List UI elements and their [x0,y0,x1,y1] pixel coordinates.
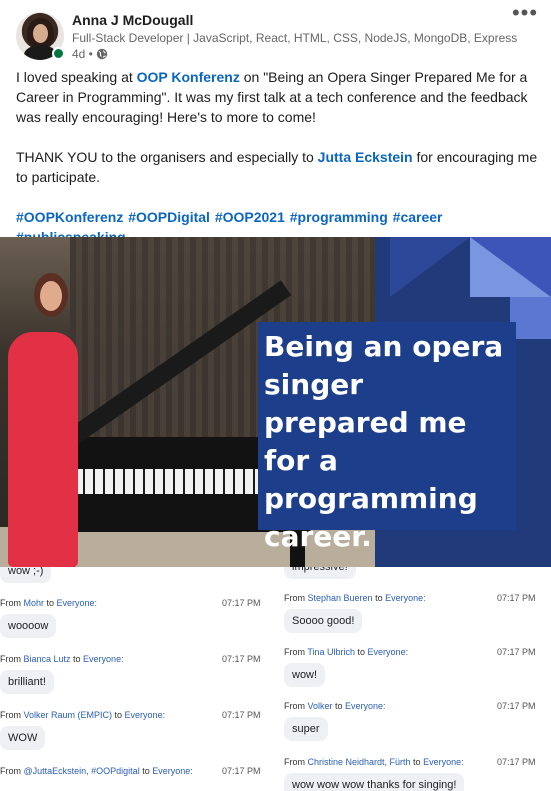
chat-from-word: From [284,701,308,711]
geometric-triangle [470,237,551,297]
chat-time: 07:17 PM [497,593,536,603]
chat-sender-name: Volker Raum (EMPIC) [23,710,113,720]
chat-recipient: Everyone: [124,710,166,720]
chat-time: 07:17 PM [222,654,261,664]
chat-sender-name: Mohr [23,598,45,608]
post-meta: 4d • [72,47,108,61]
piano-keys [45,469,265,494]
chat-sender-name: Bianca Lutz [23,654,71,664]
chat-sender-line: From Volker to Everyone: [284,701,386,711]
chat-message-bubble: WOW [0,726,46,750]
post-paragraph-2: THANK YOU to the organisers and especial… [16,147,542,187]
chat-time: 07:17 PM [222,766,261,776]
chat-message-bubble: super [284,717,328,741]
avatar-face [33,24,48,43]
chat-sender-line: From Christine Neidhardt, Fürth to Every… [284,757,464,767]
chat-from-word: From [284,757,308,767]
chat-time: 07:17 PM [497,757,536,767]
post-image[interactable]: Being an opera singer prepared me for a … [0,237,551,567]
singer-red-dress [8,332,78,567]
chat-sender-line: From Volker Raum (EMPIC) to Everyone: [0,710,165,720]
post-timestamp: 4d • [72,47,93,61]
chat-recipient: Everyone: [345,701,386,711]
chat-recipient: Everyone: [423,757,464,767]
chat-time: 07:17 PM [497,647,536,657]
chat-to-word: to [112,710,125,720]
chat-from-word: From [0,710,24,720]
chat-sender-name: Volker [307,701,333,711]
chat-message-bubble: wow ;-) [0,567,52,583]
chat-recipient: Everyone: [56,598,98,608]
chat-time: 07:17 PM [222,598,261,608]
chat-sender-name: Christine Neidhardt, Fürth [307,757,411,767]
post-text-segment: THANK YOU to the organisers and especial… [16,149,318,165]
chat-sender-name: Stephan Bueren [307,593,373,603]
chat-recipient: Everyone: [367,647,409,657]
post-header: Anna J McDougall Full-Stack Developer | … [0,0,551,66]
chat-to-word: to [139,766,153,776]
chat-recipient: Everyone: [83,654,124,664]
post-paragraph-1: I loved speaking at OOP Konferenz on "Be… [16,67,542,127]
singer-face [40,281,62,311]
chat-sender-line: From Tina Ulbrich to Everyone: [284,647,408,657]
chat-from-word: From [284,647,308,657]
chat-message-bubble: wow wow wow thanks for singing! [284,773,465,791]
chat-message-bubble: wow! [284,663,326,687]
chat-from-word: From [0,654,24,664]
chat-sender-line: From Bianca Lutz to Everyone: [0,654,124,664]
author-headline: Full-Stack Developer | JavaScript, React… [72,31,518,45]
chat-to-word: to [44,598,57,608]
chat-to-word: to [70,654,84,664]
chat-to-word: to [410,757,424,767]
chat-message-bubble: brilliant! [0,670,54,694]
chat-to-word: to [372,593,386,603]
chat-screenshot: wow ;-) From Mohr to Everyone: 07:17 PM woo… [0,567,551,791]
chat-from-word: From [284,593,308,603]
chat-to-word: to [332,701,346,711]
geometric-square [510,297,551,339]
globe-icon [96,48,108,60]
chat-message-bubble: woooow [0,614,57,638]
chat-sender-name: @JuttaEckstein, #OOPdigital [23,766,140,776]
chat-from-word: From [0,598,24,608]
chat-message-bubble: Soooo good! [284,609,363,633]
chat-from-word: From [0,766,24,776]
chat-sender-line: From Mohr to Everyone: [0,598,97,608]
slide-title: Being an opera singer prepared me for a … [264,330,504,553]
chat-recipient: Everyone: [152,766,193,776]
mention-oop-konferenz[interactable]: OOP Konferenz [137,69,240,85]
mention-jutta-eckstein[interactable]: Jutta Eckstein [318,149,413,165]
author-name[interactable]: Anna J McDougall [72,12,193,28]
chat-time: 07:17 PM [222,710,261,720]
geometric-triangle [390,237,470,297]
chat-sender-line: From @JuttaEckstein, #OOPdigital to Ever… [0,766,193,776]
chat-to-word: to [355,647,368,657]
chat-time: 07:17 PM [497,701,536,711]
chat-recipient: Everyone: [385,593,426,603]
chat-sender-name: Tina Ulbrich [307,647,356,657]
post-text-segment: I loved speaking at [16,69,137,85]
more-options-button[interactable]: ••• [510,2,540,28]
online-status-dot [52,47,65,60]
chat-message-bubble: impressive! [284,567,356,579]
chat-sender-line: From Stephan Bueren to Everyone: [284,593,426,603]
